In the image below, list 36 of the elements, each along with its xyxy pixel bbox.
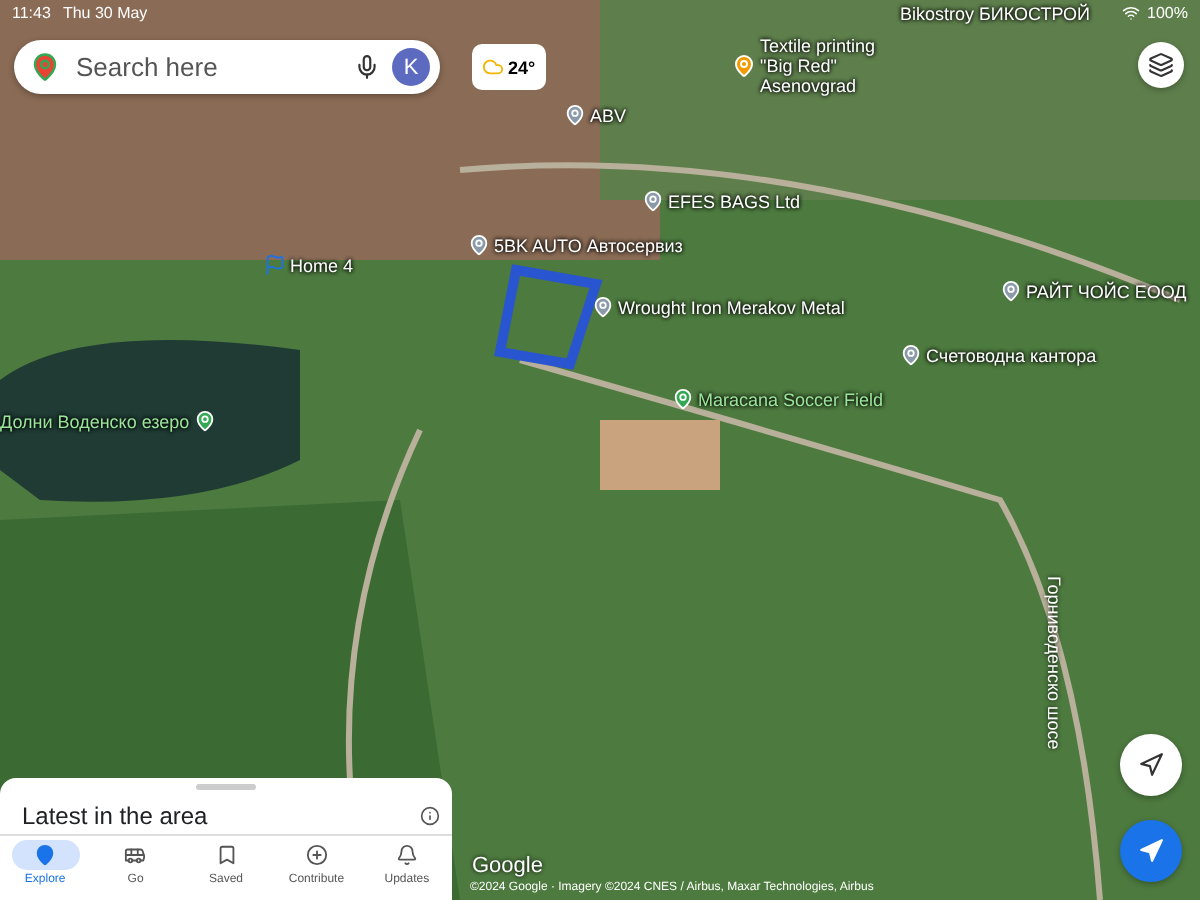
- weather-chip[interactable]: 24°: [472, 44, 546, 90]
- search-bar[interactable]: Search here K: [14, 40, 440, 94]
- battery-percent: 100%: [1147, 3, 1188, 21]
- status-time: 11:43: [12, 3, 51, 21]
- nav-icon: [305, 844, 328, 866]
- nav-icon: [395, 844, 418, 866]
- map-label[interactable]: Maracana Soccer Field: [698, 389, 884, 409]
- directions-icon: [1138, 838, 1164, 864]
- layers-icon: [1148, 52, 1174, 78]
- info-icon[interactable]: [420, 806, 440, 826]
- map-label[interactable]: Счетоводна кантора: [926, 345, 1097, 365]
- sheet-title: Latest in the area: [22, 802, 208, 830]
- map-pin-icon[interactable]: [193, 410, 216, 432]
- nav-icon: [34, 844, 57, 866]
- map-label[interactable]: EFES BAGS Ltd: [668, 191, 801, 211]
- location-arrow-icon: [1138, 752, 1164, 778]
- sheet-handle[interactable]: [196, 784, 256, 790]
- satellite-map[interactable]: [0, 0, 1200, 900]
- map-label[interactable]: Textile printing "Big Red" Asenovgrad: [760, 36, 900, 96]
- mic-icon[interactable]: [354, 54, 380, 80]
- account-avatar[interactable]: K: [392, 48, 430, 86]
- map-pin-icon[interactable]: [592, 296, 614, 318]
- road-label: Горниводенско шосе: [1044, 576, 1064, 750]
- map-label[interactable]: Wrought Iron Merakov Metal: [618, 297, 845, 317]
- wifi-icon: [1121, 3, 1140, 21]
- map-label[interactable]: Bikostroy БИКОСТРОЙ: [900, 4, 1091, 24]
- map-label[interactable]: ABV: [590, 105, 627, 125]
- map-label[interactable]: 5BK AUTO Автосервиз: [494, 235, 683, 255]
- nav-icon: [124, 844, 147, 866]
- status-date: Thu 30 May: [62, 3, 148, 21]
- google-logo: Google: [472, 854, 543, 878]
- nav-icon: [215, 844, 237, 866]
- map-pin-icon: [30, 52, 60, 82]
- map-label[interactable]: Home 4: [290, 255, 354, 275]
- map-label[interactable]: Долни Воденско езеро: [0, 411, 190, 431]
- cloud-icon: [482, 56, 504, 78]
